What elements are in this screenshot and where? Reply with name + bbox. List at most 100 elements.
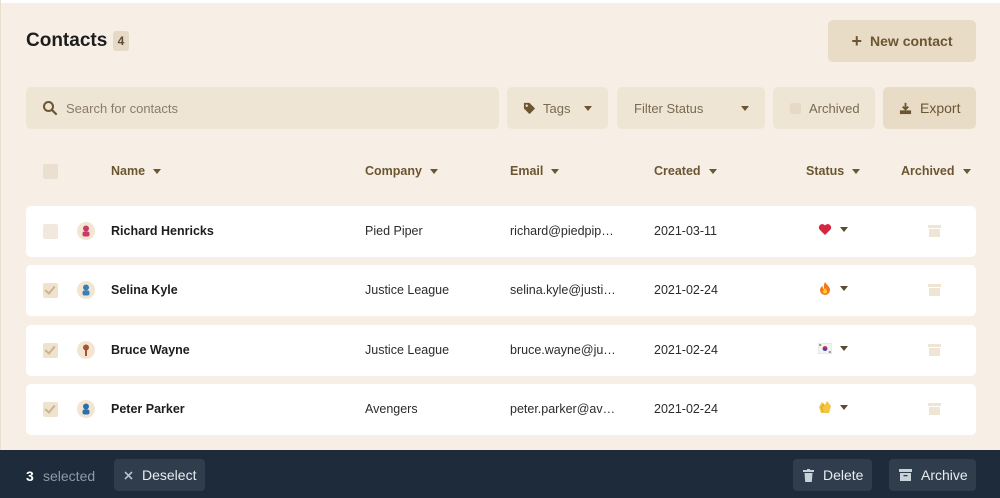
sort-icon xyxy=(852,168,861,174)
chevron-down-icon xyxy=(840,226,848,232)
selection-action-bar: 3 selected Deselect Delete Archive xyxy=(0,450,1000,498)
search-input[interactable] xyxy=(66,87,486,129)
status-dropdown[interactable] xyxy=(818,400,848,414)
contact-email: bruce.wayne@justiceleague.com xyxy=(510,343,620,357)
toolbar: Tags Filter Status Archived Export xyxy=(26,87,976,129)
tags-label: Tags xyxy=(543,100,571,116)
column-header-status[interactable]: Status xyxy=(806,164,861,178)
table-row[interactable]: Bruce Wayne Justice League bruce.wayne@j… xyxy=(26,325,976,376)
fire-icon xyxy=(818,281,832,295)
page-header: Contacts 4 + New contact xyxy=(26,20,976,62)
column-header-email[interactable]: Email xyxy=(510,164,560,178)
status-dropdown[interactable] xyxy=(818,341,848,355)
contact-company: Avengers xyxy=(365,402,418,416)
top-border xyxy=(0,0,1000,3)
contact-company: Pied Piper xyxy=(365,224,423,238)
archive-icon[interactable] xyxy=(928,403,941,415)
contact-name[interactable]: Bruce Wayne xyxy=(111,343,190,357)
chevron-down-icon xyxy=(584,105,593,111)
column-header-created[interactable]: Created xyxy=(654,164,717,178)
row-checkbox[interactable] xyxy=(43,343,58,358)
status-dropdown[interactable] xyxy=(818,222,848,236)
plus-icon: + xyxy=(851,31,863,51)
filter-status-dropdown[interactable]: Filter Status xyxy=(617,87,765,129)
row-checkbox[interactable] xyxy=(43,224,58,239)
table-header: Name Company Email Created Status Archiv… xyxy=(26,160,976,184)
selected-label: selected xyxy=(43,468,96,484)
sort-icon xyxy=(962,168,971,174)
export-label: Export xyxy=(920,100,961,116)
search-box[interactable] xyxy=(26,87,499,129)
export-button[interactable]: Export xyxy=(883,87,976,129)
clap-icon xyxy=(818,400,832,414)
contact-created: 2021-02-24 xyxy=(654,402,718,416)
column-label: Company xyxy=(365,164,422,178)
archive-label: Archive xyxy=(921,467,968,483)
archive-button[interactable]: Archive xyxy=(889,459,976,491)
archive-icon[interactable] xyxy=(928,344,941,356)
column-label: Created xyxy=(654,164,701,178)
sort-icon xyxy=(708,168,717,174)
person-avatar-icon xyxy=(82,225,90,237)
table-row[interactable]: Richard Henricks Pied Piper richard@pied… xyxy=(26,206,976,257)
search-icon xyxy=(43,101,58,116)
trash-icon xyxy=(803,468,814,482)
archived-toggle-label: Archived xyxy=(809,100,860,116)
contact-email: selina.kyle@justiceleague.com xyxy=(510,283,620,297)
chevron-down-icon xyxy=(840,285,848,291)
heart-icon xyxy=(818,222,832,236)
deselect-button[interactable]: Deselect xyxy=(114,459,205,491)
new-contact-label: New contact xyxy=(870,33,953,49)
selected-count: 3 xyxy=(26,468,34,484)
column-label: Archived xyxy=(901,164,955,178)
column-header-name[interactable]: Name xyxy=(111,164,162,178)
column-label: Status xyxy=(806,164,845,178)
sort-icon xyxy=(429,168,438,174)
archived-checkbox[interactable] xyxy=(790,102,801,114)
contact-name[interactable]: Selina Kyle xyxy=(111,283,178,297)
archive-box-icon xyxy=(899,469,912,481)
contact-name[interactable]: Peter Parker xyxy=(111,402,185,416)
deselect-label: Deselect xyxy=(142,467,197,483)
chevron-down-icon xyxy=(741,105,749,111)
table-row[interactable]: Peter Parker Avengers peter.parker@aveng… xyxy=(26,384,976,435)
avatar xyxy=(77,400,95,418)
column-label: Email xyxy=(510,164,544,178)
contact-company: Justice League xyxy=(365,283,450,297)
contact-created: 2021-03-11 xyxy=(654,224,718,238)
chevron-down-icon xyxy=(840,345,848,351)
archive-icon[interactable] xyxy=(928,225,941,237)
person-avatar-icon xyxy=(82,284,90,296)
page-title: Contacts xyxy=(26,30,108,51)
table-row[interactable]: Selina Kyle Justice League selina.kyle@j… xyxy=(26,265,976,316)
contact-company: Justice League xyxy=(365,343,450,357)
flag-icon xyxy=(818,341,832,355)
contact-created: 2021-02-24 xyxy=(654,343,718,357)
contact-email: richard@piedpiper.com xyxy=(510,224,620,238)
column-header-company[interactable]: Company xyxy=(365,164,438,178)
contact-email: peter.parker@avengers.com xyxy=(510,402,620,416)
tag-icon xyxy=(523,102,536,114)
contact-count-badge: 4 xyxy=(113,31,129,51)
row-checkbox[interactable] xyxy=(43,402,58,417)
new-contact-button[interactable]: + New contact xyxy=(828,20,976,62)
sort-icon xyxy=(153,168,162,174)
tags-dropdown[interactable]: Tags xyxy=(507,87,608,129)
contact-created: 2021-02-24 xyxy=(654,283,718,297)
person-avatar-icon xyxy=(82,403,90,415)
status-dropdown[interactable] xyxy=(818,281,848,295)
delete-button[interactable]: Delete xyxy=(793,459,872,491)
delete-label: Delete xyxy=(823,467,864,483)
sort-icon xyxy=(551,168,560,174)
contact-name[interactable]: Richard Henricks xyxy=(111,224,214,238)
column-header-archived[interactable]: Archived xyxy=(901,164,971,178)
chevron-down-icon xyxy=(840,404,848,410)
row-checkbox[interactable] xyxy=(43,283,58,298)
column-label: Name xyxy=(111,164,146,178)
archive-icon[interactable] xyxy=(928,284,941,296)
avatar xyxy=(77,222,95,240)
archived-toggle[interactable]: Archived xyxy=(773,87,875,129)
close-icon xyxy=(124,470,133,480)
person-avatar-icon xyxy=(83,344,89,356)
select-all-checkbox[interactable] xyxy=(43,164,58,179)
